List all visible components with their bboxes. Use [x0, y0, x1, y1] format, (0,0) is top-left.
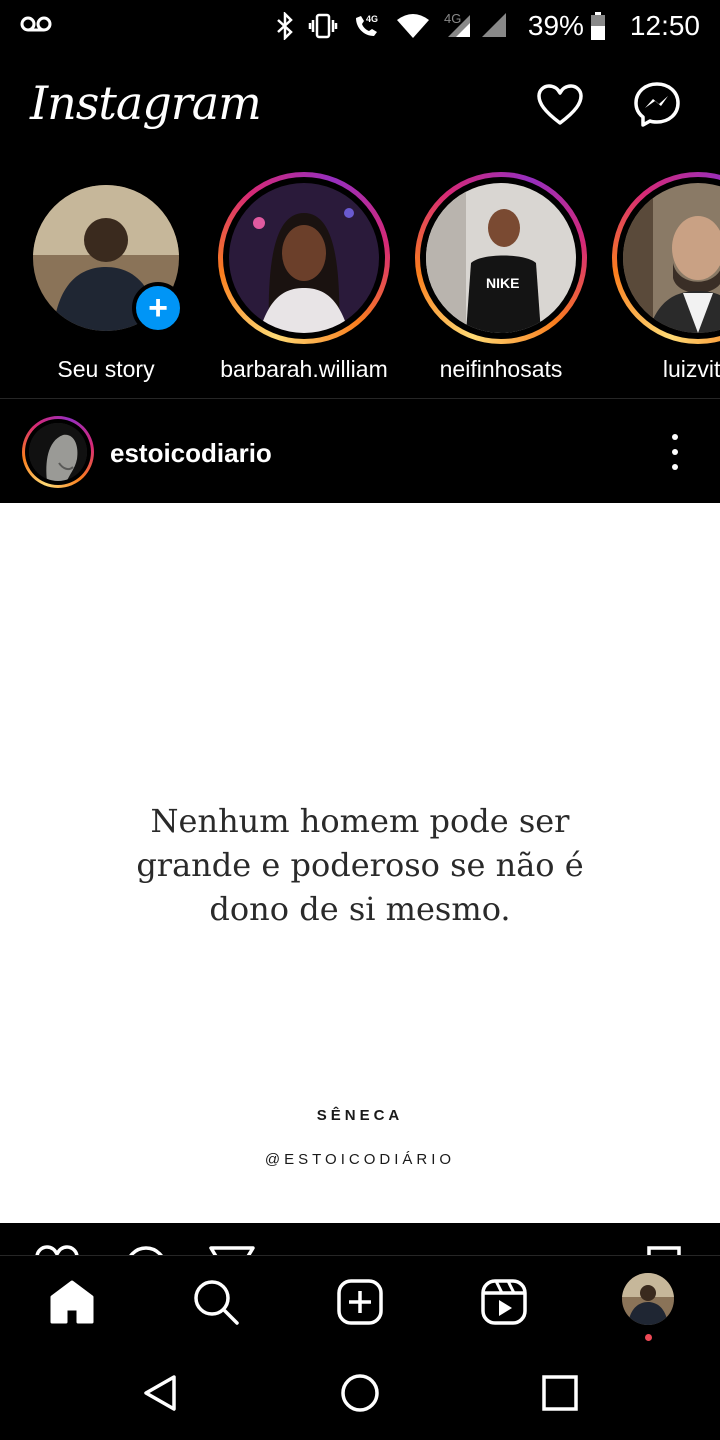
volte-label: 4G: [366, 14, 378, 24]
svg-text:NIKE: NIKE: [486, 275, 519, 291]
post-image[interactable]: Nenhum homem pode ser grande e poderoso …: [0, 503, 720, 1223]
volte-call-icon: 4G: [352, 12, 382, 40]
battery-icon: [590, 12, 605, 40]
heart-icon: [537, 84, 583, 125]
recents-icon: [542, 1375, 578, 1411]
app-header: Instagram: [0, 70, 720, 140]
home-icon: [50, 1280, 94, 1324]
story-own[interactable]: + Seu story: [16, 172, 196, 383]
post-username[interactable]: estoicodiario: [110, 438, 272, 469]
clock: 12:50: [629, 10, 700, 41]
post-quote: Nenhum homem pode ser grande e poderoso …: [0, 799, 720, 931]
nav-search[interactable]: [186, 1272, 246, 1332]
system-navigation: [0, 1346, 720, 1440]
back-icon: [144, 1375, 176, 1411]
post-header: estoicodiario: [0, 400, 720, 503]
notification-dot: [645, 1334, 652, 1341]
messenger-icon: [634, 82, 680, 127]
quote-line: Nenhum homem pode ser: [150, 802, 570, 840]
stories-tray: + Seu story barbarah.william NIKE neifin…: [0, 172, 720, 398]
nav-create[interactable]: [330, 1272, 390, 1332]
recents-button[interactable]: [533, 1366, 587, 1420]
story-name: luizvita: [662, 356, 720, 382]
voicemail-icon: [20, 14, 52, 39]
nav-home[interactable]: [42, 1272, 102, 1332]
home-circle-icon: [341, 1374, 379, 1412]
profile-avatar[interactable]: [622, 1273, 674, 1325]
back-button[interactable]: [133, 1366, 187, 1420]
quote-handle: @ESTOICODIÁRIO: [264, 1151, 456, 1168]
stories-divider: [0, 398, 720, 399]
like-icon[interactable]: [34, 1245, 80, 1255]
reels-icon: [481, 1279, 527, 1325]
quote-line: dono de si mesmo.: [209, 890, 511, 928]
post-author-avatar[interactable]: [22, 416, 94, 488]
story-name: barbarah.william: [220, 356, 388, 382]
save-icon[interactable]: [646, 1245, 682, 1255]
search-icon: [194, 1280, 239, 1325]
quote-author: SÊNECA: [316, 1107, 404, 1124]
instagram-logo[interactable]: Instagram: [30, 76, 262, 130]
nav-reels[interactable]: [474, 1272, 534, 1332]
quote-line: grande e poderoso se não é: [136, 846, 584, 884]
battery-status: 39%: [528, 10, 606, 42]
story-name: neifinhosats: [439, 356, 563, 382]
story-item[interactable]: luizvita: [608, 172, 720, 383]
post-actions: [0, 1223, 720, 1255]
story-avatar: [229, 183, 379, 333]
signal-icon: 4G: [444, 11, 514, 41]
home-button[interactable]: [333, 1366, 387, 1420]
bottom-navigation: [0, 1256, 720, 1346]
network-label: 4G: [444, 11, 461, 26]
share-icon[interactable]: [208, 1245, 256, 1255]
add-story-plus-icon[interactable]: +: [132, 282, 184, 334]
vibrate-icon: [308, 12, 338, 40]
wifi-icon: [396, 12, 430, 40]
battery-percent: 39%: [527, 10, 584, 41]
story-avatar: NIKE: [426, 183, 576, 333]
status-bar: 4G 4G 39% 12:50: [0, 0, 720, 52]
messenger-button[interactable]: [632, 80, 682, 130]
more-options-icon[interactable]: [660, 434, 690, 470]
create-icon: [337, 1279, 383, 1325]
story-item[interactable]: NIKE neifinhosats: [411, 172, 591, 383]
activity-button[interactable]: [535, 80, 585, 130]
story-item[interactable]: barbarah.william: [214, 172, 394, 383]
bluetooth-icon: [276, 12, 294, 40]
story-name: Seu story: [57, 356, 155, 382]
comment-icon[interactable]: [124, 1245, 168, 1255]
